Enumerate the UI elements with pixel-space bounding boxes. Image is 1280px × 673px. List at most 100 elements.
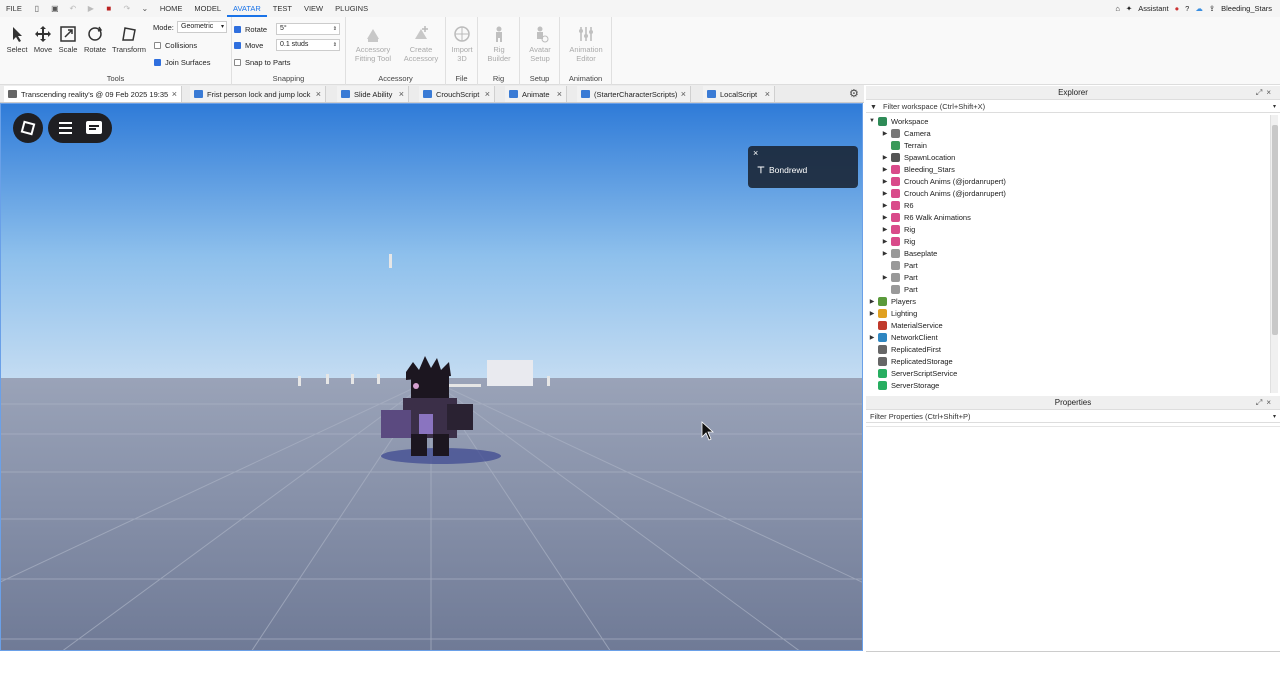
tree-item[interactable]: ▶ Crouch Anims (@jordanrupert) xyxy=(881,187,1006,199)
close-icon[interactable]: × xyxy=(753,148,758,158)
collapsed-arrow-icon[interactable]: ▶ xyxy=(881,154,889,161)
stop-icon[interactable]: ■ xyxy=(104,4,114,14)
collapsed-arrow-icon[interactable]: ▶ xyxy=(868,334,876,341)
stepper-icon[interactable]: ⇕ xyxy=(333,40,337,50)
join-surfaces-checkbox[interactable]: Join Surfaces xyxy=(154,58,210,67)
collapsed-arrow-icon[interactable]: ▶ xyxy=(881,214,889,221)
tab-plugins[interactable]: PLUGINS xyxy=(329,4,374,13)
collapsed-arrow-icon[interactable]: ▶ xyxy=(868,298,876,305)
collapsed-arrow-icon[interactable]: ▶ xyxy=(881,202,889,209)
tree-item[interactable]: ▶ Rig xyxy=(881,235,915,247)
collisions-checkbox[interactable]: Collisions xyxy=(154,41,197,50)
chevron-down-icon[interactable]: ▾ xyxy=(1273,101,1276,113)
collapsed-arrow-icon[interactable]: ▶ xyxy=(881,250,889,257)
close-icon[interactable]: × xyxy=(485,89,490,99)
expanded-arrow-icon[interactable]: ▼ xyxy=(868,118,876,124)
tree-item[interactable]: ▶ Rig xyxy=(881,223,915,235)
collapsed-arrow-icon[interactable]: ▶ xyxy=(881,226,889,233)
tab-script[interactable]: Animate × xyxy=(505,86,567,102)
close-icon[interactable]: × xyxy=(399,89,404,99)
tree-item[interactable]: ServerStorage xyxy=(868,379,939,391)
play-icon[interactable]: ▶ xyxy=(86,4,96,14)
tab-place[interactable]: Transcending reality's @ 09 Feb 2025 19:… xyxy=(4,86,182,102)
chat-icon[interactable] xyxy=(86,121,102,134)
rotate-snap-input[interactable]: 5° ⇕ xyxy=(276,23,340,35)
tree-item[interactable]: ▶ Crouch Anims (@jordanrupert) xyxy=(881,175,1006,187)
tree-item[interactable]: ▶ Baseplate xyxy=(881,247,937,259)
move-tool[interactable]: Move xyxy=(30,25,56,54)
notification-icon[interactable]: ● xyxy=(1175,4,1180,13)
accessory-fitting-tool-button[interactable]: Accessory Fitting Tool xyxy=(352,25,394,63)
tree-item[interactable]: ▶ Camera xyxy=(881,127,931,139)
tree-item[interactable]: MaterialService xyxy=(868,319,943,331)
assistant-icon[interactable]: ✦ xyxy=(1126,4,1132,13)
rig-builder-button[interactable]: Rig Builder xyxy=(486,25,512,63)
tab-script[interactable]: Frist person lock and jump lock × xyxy=(190,86,326,102)
close-icon[interactable]: × xyxy=(172,89,177,99)
move-snap-input[interactable]: 0.1 studs ⇕ xyxy=(276,39,340,51)
tree-item[interactable]: ▼ Workspace xyxy=(868,115,928,127)
explorer-scrollbar[interactable] xyxy=(1270,115,1278,393)
collapsed-arrow-icon[interactable]: ▶ xyxy=(881,274,889,281)
tree-item[interactable]: ReplicatedFirst xyxy=(868,343,941,355)
collapsed-arrow-icon[interactable]: ▶ xyxy=(868,310,876,317)
tab-script[interactable]: (StarterCharacterScripts) × xyxy=(577,86,691,102)
tree-item[interactable]: ▶ Bleeding_Stars xyxy=(881,163,955,175)
move-snap-checkbox[interactable]: Move xyxy=(234,41,263,50)
tab-model[interactable]: MODEL xyxy=(188,4,227,13)
tree-item[interactable]: Part xyxy=(881,283,918,295)
new-file-icon[interactable]: ▯ xyxy=(32,4,42,14)
tree-item[interactable]: ▶ Players xyxy=(868,295,916,307)
tree-item[interactable]: ▶ NetworkClient xyxy=(868,331,938,343)
username[interactable]: Bleeding_Stars xyxy=(1221,4,1272,13)
save-icon[interactable]: ▣ xyxy=(50,4,60,14)
scrollbar-thumb[interactable] xyxy=(1272,125,1278,335)
collapsed-arrow-icon[interactable]: ▶ xyxy=(881,190,889,197)
roblox-menu-button[interactable] xyxy=(13,113,43,143)
collapsed-arrow-icon[interactable]: ▶ xyxy=(881,238,889,245)
rotate-snap-checkbox[interactable]: Rotate xyxy=(234,25,267,34)
help-icon[interactable]: ? xyxy=(1185,4,1189,13)
3d-viewport[interactable]: × ⊤ Bondrewd xyxy=(0,103,863,651)
tab-view[interactable]: VIEW xyxy=(298,4,329,13)
close-icon[interactable]: × xyxy=(316,89,321,99)
tab-test[interactable]: TEST xyxy=(267,4,298,13)
close-icon[interactable]: × xyxy=(681,89,686,99)
tree-item[interactable]: Part xyxy=(881,259,918,271)
properties-filter[interactable]: Filter Properties (Ctrl+Shift+P) ▾ xyxy=(866,411,1280,423)
animation-editor-button[interactable]: Animation Editor xyxy=(566,25,606,63)
undo-icon[interactable]: ↶ xyxy=(68,4,78,14)
gear-icon[interactable]: ⚙ xyxy=(849,87,859,100)
tree-item[interactable]: ▶ Part xyxy=(881,271,918,283)
snap-to-parts-checkbox[interactable]: Snap to Parts xyxy=(234,58,290,67)
tab-script[interactable]: Slide Ability × xyxy=(337,86,409,102)
import-3d-button[interactable]: Import 3D xyxy=(449,25,475,63)
tab-script[interactable]: LocalScript × xyxy=(703,86,775,102)
collapsed-arrow-icon[interactable]: ▶ xyxy=(881,166,889,173)
avatar-setup-button[interactable]: Avatar Setup xyxy=(527,25,553,63)
panel-controls[interactable]: ⤢× xyxy=(1256,396,1275,410)
tree-item[interactable]: ▶ Lighting xyxy=(868,307,917,319)
scale-tool[interactable]: Scale xyxy=(55,25,81,54)
tab-script[interactable]: CrouchScript × xyxy=(419,86,495,102)
stepper-icon[interactable]: ⇕ xyxy=(333,24,337,34)
tree-item[interactable]: ReplicatedStorage xyxy=(868,355,953,367)
tab-avatar[interactable]: AVATAR xyxy=(227,0,267,17)
close-icon[interactable]: × xyxy=(557,89,562,99)
hamburger-icon[interactable] xyxy=(59,122,72,134)
tree-item[interactable]: Terrain xyxy=(881,139,927,151)
create-accessory-button[interactable]: Create Accessory xyxy=(400,25,442,63)
redo-icon[interactable]: ↷ xyxy=(122,4,132,14)
file-menu[interactable]: FILE xyxy=(0,4,28,13)
share-icon[interactable]: ⇪ xyxy=(1209,4,1215,13)
collapsed-arrow-icon[interactable]: ▶ xyxy=(881,130,889,137)
assistant-button[interactable]: Assistant xyxy=(1138,4,1168,13)
tab-home[interactable]: HOME xyxy=(154,4,189,13)
collapsed-arrow-icon[interactable]: ▶ xyxy=(881,178,889,185)
chevron-down-icon[interactable]: ▾ xyxy=(1273,411,1276,423)
tree-item[interactable]: ServerScriptService xyxy=(868,367,957,379)
mode-select[interactable]: Geometric ▾ xyxy=(177,21,227,33)
home-icon[interactable]: ⌂ xyxy=(1115,4,1120,13)
tree-item[interactable]: ▶ R6 xyxy=(881,199,914,211)
transform-tool[interactable]: Transform xyxy=(112,25,146,54)
